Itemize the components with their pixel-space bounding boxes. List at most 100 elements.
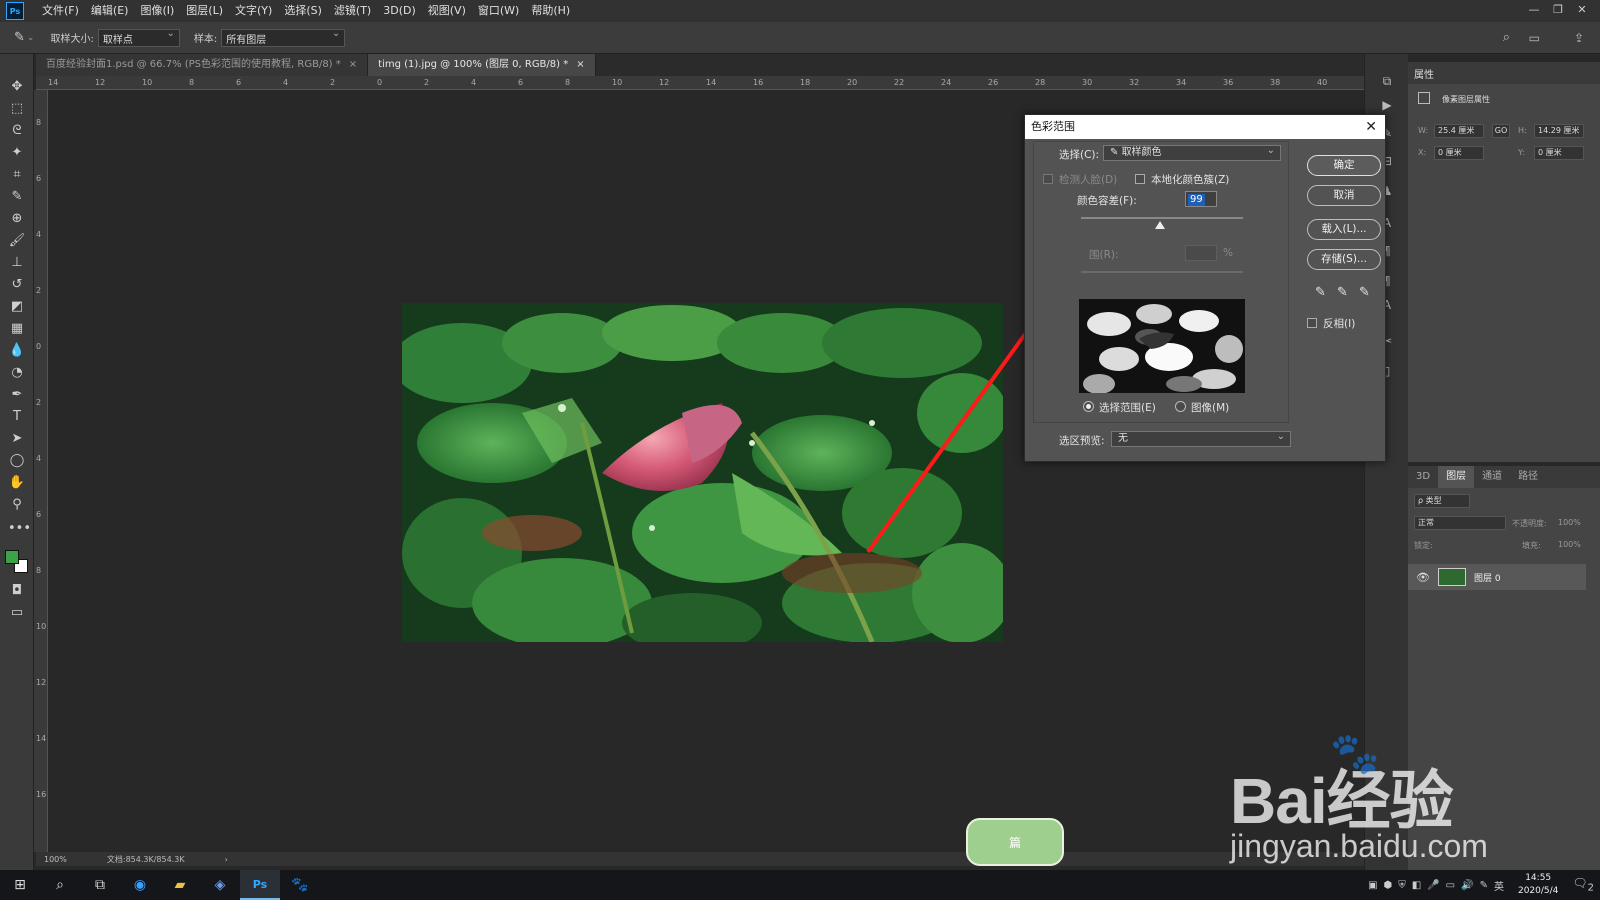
menu-layer[interactable]: 图层(L)	[180, 0, 229, 22]
microphone-icon[interactable]: 🎤	[1427, 880, 1439, 891]
menu-edit[interactable]: 编辑(E)	[85, 0, 135, 22]
fuzziness-slider-thumb[interactable]	[1155, 221, 1165, 229]
network-icon[interactable]: ▭	[1446, 880, 1455, 891]
tab-paths[interactable]: 路径	[1510, 466, 1546, 488]
localized-clusters-checkbox[interactable]	[1135, 174, 1145, 184]
share-icon[interactable]: ⇪	[1574, 31, 1584, 45]
blur-tool-icon[interactable]: 💧	[8, 342, 26, 360]
menu-view[interactable]: 视图(V)	[422, 0, 472, 22]
menu-select[interactable]: 选择(S)	[278, 0, 328, 22]
file-explorer-icon[interactable]: ▰	[160, 870, 200, 900]
menu-filter[interactable]: 滤镜(T)	[328, 0, 377, 22]
task-view-icon[interactable]: ⧉	[80, 870, 120, 900]
hand-tool-icon[interactable]: ✋	[8, 474, 26, 492]
link-dimensions-button[interactable]: GO	[1492, 124, 1510, 138]
height-field[interactable]: 14.29 厘米	[1534, 124, 1584, 138]
properties-tab[interactable]: 属性	[1408, 62, 1600, 84]
document-image[interactable]	[402, 303, 1003, 642]
menu-file[interactable]: 文件(F)	[36, 0, 85, 22]
dodge-tool-icon[interactable]: ◔	[8, 364, 26, 382]
eyedropper-minus-icon[interactable]: ✎	[1359, 285, 1370, 300]
menu-help[interactable]: 帮助(H)	[525, 0, 576, 22]
pen-tool-icon[interactable]: ✒	[8, 386, 26, 404]
baidu-app-icon[interactable]: 🐾	[280, 870, 320, 900]
search-icon[interactable]: ⌕	[1503, 30, 1510, 45]
workspace-icon[interactable]: ▭	[1529, 31, 1540, 45]
range-slider-track[interactable]	[1081, 271, 1243, 273]
nvidia-icon[interactable]: ▣	[1368, 880, 1377, 891]
invert-checkbox[interactable]	[1307, 318, 1317, 328]
actions-panel-icon[interactable]: ▶	[1379, 98, 1395, 114]
more-tools-icon[interactable]: •••	[8, 520, 31, 538]
magic-wand-tool-icon[interactable]: ✦	[8, 144, 26, 162]
eraser-tool-icon[interactable]: ◩	[8, 298, 26, 316]
eyedropper-plus-icon[interactable]: ✎	[1337, 285, 1348, 300]
move-tool-icon[interactable]: ✥	[8, 78, 26, 96]
detect-faces-checkbox[interactable]	[1043, 174, 1053, 184]
shield-icon[interactable]: ⛨	[1398, 880, 1406, 891]
selection-radio[interactable]	[1083, 401, 1094, 412]
windows-start-icon[interactable]: ⊞	[0, 870, 40, 900]
fuzziness-input[interactable]: 99	[1185, 191, 1217, 207]
restore-icon[interactable]: ❐	[1546, 0, 1570, 22]
crop-tool-icon[interactable]: ⌗	[8, 166, 26, 184]
ok-button[interactable]: 确定	[1307, 155, 1381, 176]
tab-layers[interactable]: 图层	[1438, 466, 1475, 488]
selection-preview-select[interactable]: 无	[1111, 430, 1291, 447]
load-button[interactable]: 载入(L)...	[1307, 219, 1381, 240]
image-radio[interactable]	[1175, 401, 1186, 412]
marquee-tool-icon[interactable]: ⬚	[8, 100, 26, 118]
sample-select[interactable]: 所有图层	[221, 28, 346, 47]
minimize-icon[interactable]: —	[1522, 0, 1546, 22]
tab-timg-document[interactable]: timg (1).jpg @ 100% (图层 0, RGB/8) * ×	[368, 54, 596, 76]
search-icon[interactable]: ⌕	[40, 870, 80, 900]
tool-preset-chevron-icon[interactable]: ⌄	[27, 33, 35, 43]
history-panel-icon[interactable]: ⧉	[1379, 74, 1395, 90]
close-window-icon[interactable]: ✕	[1570, 0, 1594, 22]
menu-image[interactable]: 图像(I)	[134, 0, 180, 22]
eye-icon[interactable]: 👁	[1416, 571, 1430, 584]
brush-tool-icon[interactable]: 🖌	[8, 232, 26, 250]
pen-icon[interactable]: ✎	[1480, 880, 1488, 891]
width-field[interactable]: 25.4 厘米	[1434, 124, 1484, 138]
range-input[interactable]	[1185, 245, 1217, 261]
layer-row[interactable]: 👁 图层 0	[1408, 564, 1586, 590]
blend-mode-select[interactable]: 正常	[1414, 516, 1506, 530]
ellipse-tool-icon[interactable]: ◯	[8, 452, 26, 470]
close-tab-icon[interactable]: ×	[576, 54, 584, 76]
notification-icon[interactable]: 🗨2	[1572, 876, 1594, 893]
experience-badge[interactable]: 篇	[966, 818, 1064, 866]
lasso-tool-icon[interactable]: ᘓ	[8, 122, 26, 140]
menu-window[interactable]: 窗口(W)	[472, 0, 525, 22]
y-field[interactable]: 0 厘米	[1534, 146, 1584, 160]
eyedropper-tool-icon[interactable]: ✎	[14, 30, 25, 45]
tab-psd-document[interactable]: 百度经验封面1.psd @ 66.7% (PS色彩范围的使用教程, RGB/8)…	[36, 54, 369, 76]
quick-mask-icon[interactable]: ◘	[8, 582, 26, 600]
close-tab-icon[interactable]: ×	[349, 54, 357, 76]
app-tray-icon[interactable]: ◧	[1412, 880, 1421, 891]
select-dropdown[interactable]: ✎ 取样颜色	[1103, 144, 1281, 161]
eyedropper-icon[interactable]: ✎	[1315, 285, 1326, 300]
status-expand-icon[interactable]: ›	[225, 855, 228, 864]
zoom-tool-icon[interactable]: ⚲	[8, 496, 26, 514]
tab-channels[interactable]: 通道	[1474, 466, 1510, 488]
eyedropper-tool-icon[interactable]: ✎	[8, 188, 26, 206]
opacity-value[interactable]: 100%	[1558, 518, 1581, 527]
stamp-tool-icon[interactable]: ⊥	[8, 254, 26, 272]
menu-3d[interactable]: 3D(D)	[377, 0, 422, 22]
volume-icon[interactable]: 🔊	[1461, 880, 1473, 891]
healing-brush-tool-icon[interactable]: ⊕	[8, 210, 26, 228]
clock[interactable]: 14:55 2020/5/4	[1510, 872, 1566, 898]
save-button[interactable]: 存储(S)...	[1307, 249, 1381, 270]
browser-icon[interactable]: ◉	[120, 870, 160, 900]
input-language[interactable]: 英	[1494, 878, 1504, 893]
fill-value[interactable]: 100%	[1558, 540, 1581, 549]
photoshop-taskbar-icon[interactable]: Ps	[240, 870, 280, 900]
cancel-button[interactable]: 取消	[1307, 185, 1381, 206]
security-icon[interactable]: ⬢	[1384, 880, 1393, 891]
gradient-tool-icon[interactable]: ▦	[8, 320, 26, 338]
layer-kind-filter[interactable]: ρ 类型	[1414, 494, 1470, 508]
zoom-level[interactable]: 100%	[44, 855, 67, 864]
fuzziness-slider-track[interactable]	[1081, 217, 1243, 219]
history-brush-tool-icon[interactable]: ↺	[8, 276, 26, 294]
